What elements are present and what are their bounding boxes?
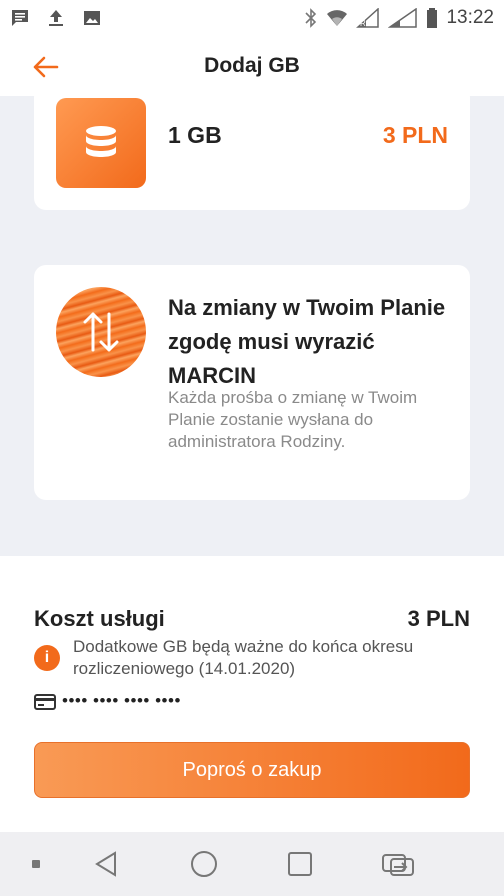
nav-switch-button[interactable]	[376, 832, 420, 896]
switch-apps-icon	[382, 854, 414, 876]
status-system: R 13:22	[304, 7, 494, 29]
image-icon	[84, 11, 100, 25]
status-notifications	[10, 8, 102, 28]
circle-home-icon	[191, 851, 217, 877]
square-recents-icon	[288, 852, 312, 876]
cost-label: Koszt usługi	[34, 606, 165, 631]
small-square-icon	[32, 860, 40, 868]
status-bar: R 13:22	[0, 0, 504, 36]
approval-description: Każda prośba o zmianę w Twoim Planie zos…	[168, 388, 418, 451]
package-amount: 1 GB	[168, 122, 222, 148]
summary-panel: Koszt usługi 3 PLN i Dodatkowe GB będą w…	[0, 556, 504, 832]
upload-icon	[49, 10, 63, 26]
triangle-back-icon	[95, 851, 116, 877]
system-nav-bar	[0, 832, 504, 896]
back-button[interactable]	[28, 50, 62, 84]
credit-card-icon	[34, 694, 56, 710]
package-card[interactable]: 1 GB 3 PLN	[34, 96, 470, 210]
signal-icon	[388, 8, 418, 28]
nav-home-button[interactable]	[184, 832, 224, 896]
approval-title: Na zmiany w Twoim Planie zgodę musi wyra…	[168, 295, 446, 388]
battery-icon	[427, 8, 438, 28]
app-header: Dodaj GB	[0, 36, 504, 96]
arrow-left-icon	[33, 56, 59, 78]
request-purchase-button[interactable]: Poproś o zakup	[34, 742, 470, 798]
content-area[interactable]: 1 GB 3 PLN Na zmiany w Twoim Planie zgod…	[0, 96, 504, 556]
status-time: 13:22	[446, 7, 494, 28]
package-icon-tile	[56, 98, 146, 188]
card-number: •••• •••• •••• ••••	[62, 691, 181, 710]
info-icon-circle	[56, 287, 146, 377]
signal-icon: R	[356, 8, 380, 28]
cost-value: 3 PLN	[407, 606, 470, 631]
page-title: Dodaj GB	[204, 54, 300, 77]
validity-note: Dodatkowe GB będą ważne do końca okresu …	[73, 637, 414, 678]
bluetooth-icon	[305, 8, 317, 28]
nav-back-button[interactable]	[86, 832, 126, 896]
nav-dot[interactable]	[24, 832, 48, 896]
database-icon	[86, 126, 116, 157]
info-icon: i	[34, 645, 60, 671]
nav-recents-button[interactable]	[280, 832, 320, 896]
swap-vertical-icon	[83, 312, 119, 352]
wifi-icon	[327, 10, 348, 26]
svg-text:R: R	[360, 19, 366, 28]
package-price: 3 PLN	[382, 122, 448, 148]
message-icon	[12, 10, 28, 26]
approval-info-card: Na zmiany w Twoim Planie zgodę musi wyra…	[34, 265, 470, 500]
